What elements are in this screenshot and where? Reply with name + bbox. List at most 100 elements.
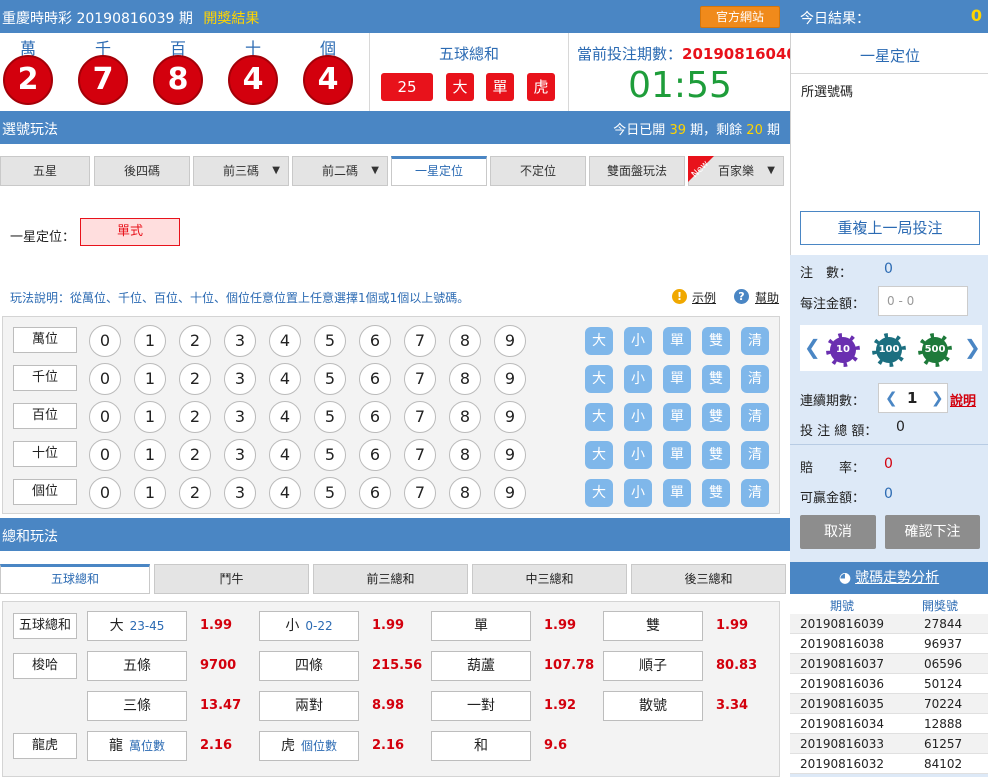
help-link[interactable]: 幫助: [755, 289, 779, 306]
number-ball[interactable]: 9: [494, 363, 526, 395]
number-ball[interactable]: 6: [359, 477, 391, 509]
number-ball[interactable]: 7: [404, 325, 436, 357]
odds-option-button[interactable]: 虎個位數: [259, 731, 359, 761]
number-ball[interactable]: 1: [134, 477, 166, 509]
number-ball[interactable]: 9: [494, 401, 526, 433]
quick-select-button[interactable]: 大: [585, 327, 613, 355]
number-ball[interactable]: 6: [359, 325, 391, 357]
confirm-bet-button[interactable]: 確認下注: [885, 515, 980, 549]
chip-500[interactable]: 500: [918, 333, 952, 367]
quick-select-button[interactable]: 大: [585, 365, 613, 393]
quick-select-button[interactable]: 單: [663, 441, 691, 469]
number-ball[interactable]: 4: [269, 477, 301, 509]
number-ball[interactable]: 0: [89, 439, 121, 471]
tab-one-star[interactable]: 一星定位: [391, 156, 487, 186]
number-ball[interactable]: 2: [179, 401, 211, 433]
number-ball[interactable]: 8: [449, 325, 481, 357]
odds-option-button[interactable]: 四條: [259, 651, 359, 681]
number-ball[interactable]: 7: [404, 439, 436, 471]
number-ball[interactable]: 0: [89, 363, 121, 395]
number-ball[interactable]: 0: [89, 401, 121, 433]
number-ball[interactable]: 1: [134, 363, 166, 395]
tab-middle-three-sum[interactable]: 中三總和: [472, 564, 627, 594]
quick-select-button[interactable]: 單: [663, 403, 691, 431]
quick-select-button[interactable]: 大: [585, 479, 613, 507]
number-ball[interactable]: 1: [134, 325, 166, 357]
quick-select-button[interactable]: 雙: [702, 327, 730, 355]
quick-select-button[interactable]: 單: [663, 479, 691, 507]
number-ball[interactable]: 3: [224, 363, 256, 395]
tab-first-two[interactable]: 前二碼 ▼: [292, 156, 388, 186]
repeat-last-bet-button[interactable]: 重複上一局投注: [800, 211, 980, 245]
number-ball[interactable]: 4: [269, 401, 301, 433]
number-ball[interactable]: 8: [449, 401, 481, 433]
odds-option-button[interactable]: 兩對: [259, 691, 359, 721]
single-mode-button[interactable]: 單式: [80, 218, 180, 246]
quick-select-button[interactable]: 清: [741, 479, 769, 507]
number-ball[interactable]: 8: [449, 363, 481, 395]
number-ball[interactable]: 3: [224, 439, 256, 471]
odds-option-button[interactable]: 五條: [87, 651, 187, 681]
quick-select-button[interactable]: 雙: [702, 403, 730, 431]
number-ball[interactable]: 2: [179, 439, 211, 471]
odds-option-button[interactable]: 順子: [603, 651, 703, 681]
tab-first-three[interactable]: 前三碼 ▼: [193, 156, 289, 186]
decrement-icon[interactable]: ❮: [885, 389, 898, 407]
quick-select-button[interactable]: 大: [585, 403, 613, 431]
number-ball[interactable]: 2: [179, 477, 211, 509]
trend-analysis-link[interactable]: ◕ 號碼走勢分析: [790, 562, 988, 594]
tab-bull-fight[interactable]: 鬥牛: [154, 564, 309, 594]
increment-icon[interactable]: ❯: [931, 389, 944, 407]
odds-option-button[interactable]: 和: [431, 731, 531, 761]
quick-select-button[interactable]: 清: [741, 365, 769, 393]
number-ball[interactable]: 3: [224, 401, 256, 433]
example-link[interactable]: 示例: [692, 289, 716, 306]
chip-10[interactable]: 10: [826, 333, 860, 367]
quick-select-button[interactable]: 雙: [702, 441, 730, 469]
quick-select-button[interactable]: 小: [624, 403, 652, 431]
tab-last-three-sum[interactable]: 後三總和: [631, 564, 786, 594]
number-ball[interactable]: 7: [404, 477, 436, 509]
odds-option-button[interactable]: 葫蘆: [431, 651, 531, 681]
tab-first-three-sum[interactable]: 前三總和: [313, 564, 468, 594]
number-ball[interactable]: 9: [494, 439, 526, 471]
quick-select-button[interactable]: 清: [741, 441, 769, 469]
number-ball[interactable]: 3: [224, 325, 256, 357]
quick-select-button[interactable]: 小: [624, 365, 652, 393]
chevron-left-icon[interactable]: ❮: [804, 335, 821, 359]
number-ball[interactable]: 1: [134, 439, 166, 471]
quick-select-button[interactable]: 小: [624, 441, 652, 469]
chevron-right-icon[interactable]: ❯: [964, 335, 981, 359]
number-ball[interactable]: 9: [494, 477, 526, 509]
cancel-button[interactable]: 取消: [800, 515, 876, 549]
number-ball[interactable]: 7: [404, 401, 436, 433]
odds-option-button[interactable]: 雙: [603, 611, 703, 641]
number-ball[interactable]: 9: [494, 325, 526, 357]
amount-input[interactable]: 0 - 0: [878, 286, 968, 316]
number-ball[interactable]: 4: [269, 363, 301, 395]
number-ball[interactable]: 0: [89, 477, 121, 509]
number-ball[interactable]: 5: [314, 363, 346, 395]
number-ball[interactable]: 8: [449, 477, 481, 509]
odds-option-button[interactable]: 散號: [603, 691, 703, 721]
number-ball[interactable]: 7: [404, 363, 436, 395]
official-site-button[interactable]: 官方網站: [700, 6, 780, 28]
draw-result-link[interactable]: 開獎結果: [203, 11, 259, 27]
number-ball[interactable]: 8: [449, 439, 481, 471]
number-ball[interactable]: 3: [224, 477, 256, 509]
number-ball[interactable]: 6: [359, 401, 391, 433]
number-ball[interactable]: 2: [179, 363, 211, 395]
continuous-stepper[interactable]: ❮ 1 ❯: [878, 383, 948, 413]
quick-select-button[interactable]: 小: [624, 479, 652, 507]
quick-select-button[interactable]: 清: [741, 403, 769, 431]
odds-option-button[interactable]: 單: [431, 611, 531, 641]
tab-unpositioned[interactable]: 不定位: [490, 156, 586, 186]
number-ball[interactable]: 6: [359, 363, 391, 395]
number-ball[interactable]: 2: [179, 325, 211, 357]
number-ball[interactable]: 5: [314, 439, 346, 471]
number-ball[interactable]: 0: [89, 325, 121, 357]
number-ball[interactable]: 4: [269, 439, 301, 471]
tab-double-side[interactable]: 雙面盤玩法: [589, 156, 685, 186]
explain-link[interactable]: 說明: [950, 390, 976, 409]
odds-option-button[interactable]: 大 23-45: [87, 611, 187, 641]
